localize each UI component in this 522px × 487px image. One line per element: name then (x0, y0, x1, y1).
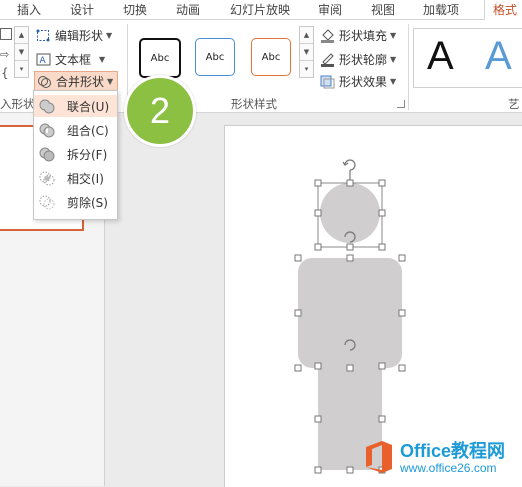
scroll-up-icon[interactable]: ▲ (300, 27, 313, 44)
gallery-more-icon[interactable]: ▾ (15, 61, 28, 77)
head-circle[interactable] (320, 183, 380, 243)
shape-gallery-scroll[interactable]: ▲ ▼ ▾ (14, 26, 29, 78)
shape-style-dark[interactable]: Abc (139, 38, 181, 78)
menu-item-label: 联合(U) (67, 99, 110, 114)
tab-format[interactable]: 格式 (493, 1, 517, 18)
tab-animations[interactable]: 动画 (176, 1, 200, 18)
wordart-group-label: 艺 (508, 97, 520, 111)
arrow-shape-icon: ⇨ (0, 48, 10, 61)
wordart-style-black[interactable]: A (427, 34, 454, 79)
merge-shapes-menu: 联合(U) 组合(C) 拆分(F) 相交(I) 剪除(S) (33, 90, 118, 220)
scroll-down-icon[interactable]: ▼ (15, 44, 28, 61)
pen-outline-icon (320, 52, 335, 67)
text-box-button[interactable]: A 文本框 ▼ (36, 50, 105, 68)
scroll-up-icon[interactable]: ▲ (15, 27, 28, 44)
body-rounded-rectangle[interactable] (298, 258, 402, 368)
shape-fill-button[interactable]: 形状填充 ▼ (320, 26, 396, 44)
tab-addins[interactable]: 加载项 (423, 1, 459, 18)
office-logo-icon (366, 441, 392, 473)
chevron-down-icon: ▼ (107, 76, 114, 86)
shape-style-orange[interactable]: Abc (251, 38, 291, 76)
tab-view[interactable]: 视图 (371, 1, 395, 18)
chevron-down-icon: ▼ (106, 30, 113, 40)
edit-shape-button[interactable]: 编辑形状 ▼ (36, 26, 112, 44)
scroll-down-icon[interactable]: ▼ (300, 44, 313, 61)
chevron-down-icon: ▼ (99, 54, 106, 64)
merge-shapes-icon (37, 74, 52, 89)
menu-item-label: 相交(I) (67, 171, 104, 186)
shape-outline-label: 形状轮廓 (339, 52, 388, 67)
group-divider (408, 24, 409, 110)
text-box-icon: A (36, 52, 51, 67)
fragment-icon (39, 146, 55, 162)
menu-item-subtract[interactable]: 剪除(S) (34, 191, 117, 213)
chevron-down-icon: ▼ (390, 54, 397, 64)
menu-item-label: 剪除(S) (67, 195, 108, 210)
tab-insert[interactable]: 插入 (17, 1, 41, 18)
intersect-icon (39, 170, 55, 186)
watermark-title: Office教程网 (400, 441, 506, 461)
tab-slideshow[interactable]: 幻灯片放映 (230, 1, 290, 18)
merge-shapes-button[interactable]: 合并形状 ▼ (34, 71, 119, 91)
union-icon (39, 98, 55, 114)
gallery-more-icon[interactable]: ▾ (300, 61, 313, 77)
tab-transitions[interactable]: 切换 (123, 1, 147, 18)
menu-item-label: 组合(C) (67, 123, 109, 138)
shape-style-scroll[interactable]: ▲ ▼ ▾ (299, 26, 314, 78)
ribbon-tab-bar: 插入 设计 切换 动画 幻灯片放映 审阅 视图 加载项 格式 (0, 0, 522, 20)
subtract-icon (39, 194, 55, 210)
menu-item-label: 拆分(F) (67, 147, 108, 162)
shape-fill-label: 形状填充 (339, 28, 388, 43)
combine-icon (39, 122, 55, 138)
shape-gallery-partial[interactable]: ⇨ { (0, 26, 14, 84)
merge-shapes-label: 合并形状 (56, 74, 105, 89)
tab-review[interactable]: 审阅 (318, 1, 342, 18)
menu-item-combine[interactable]: 组合(C) (34, 119, 117, 141)
tab-design[interactable]: 设计 (70, 1, 94, 18)
dialog-launcher-icon[interactable] (397, 100, 405, 108)
watermark: Office教程网 www.office26.com (358, 437, 522, 481)
edit-shape-label: 编辑形状 (55, 28, 104, 43)
brace-shape-icon: { (1, 66, 9, 80)
chevron-down-icon: ▼ (390, 30, 397, 40)
step-number-badge: 2 (124, 75, 196, 147)
shape-style-blue[interactable]: Abc (195, 38, 235, 76)
menu-item-fragment[interactable]: 拆分(F) (34, 143, 117, 165)
menu-item-union[interactable]: 联合(U) (34, 95, 117, 117)
shape-effects-icon (320, 74, 335, 89)
menu-item-intersect[interactable]: 相交(I) (34, 167, 117, 189)
shape-effects-label: 形状效果 (339, 74, 388, 89)
text-box-label: 文本框 (55, 52, 92, 67)
wordart-style-blue[interactable]: A (485, 34, 512, 79)
shape-styles-group-label: 形状样式 (231, 97, 277, 111)
edit-shape-icon (36, 28, 51, 43)
shape-outline-button[interactable]: 形状轮廓 ▼ (320, 50, 396, 68)
svg-text:A: A (40, 56, 47, 66)
chevron-down-icon: ▼ (390, 76, 397, 86)
shape-effects-button[interactable]: 形状效果 ▼ (320, 72, 396, 90)
watermark-url: www.office26.com (400, 461, 497, 475)
paint-bucket-icon (320, 28, 335, 43)
insert-shapes-group-label: 入形状 (0, 97, 35, 111)
rectangle-shape-icon (0, 28, 12, 40)
shapes-layer (294, 159, 406, 474)
